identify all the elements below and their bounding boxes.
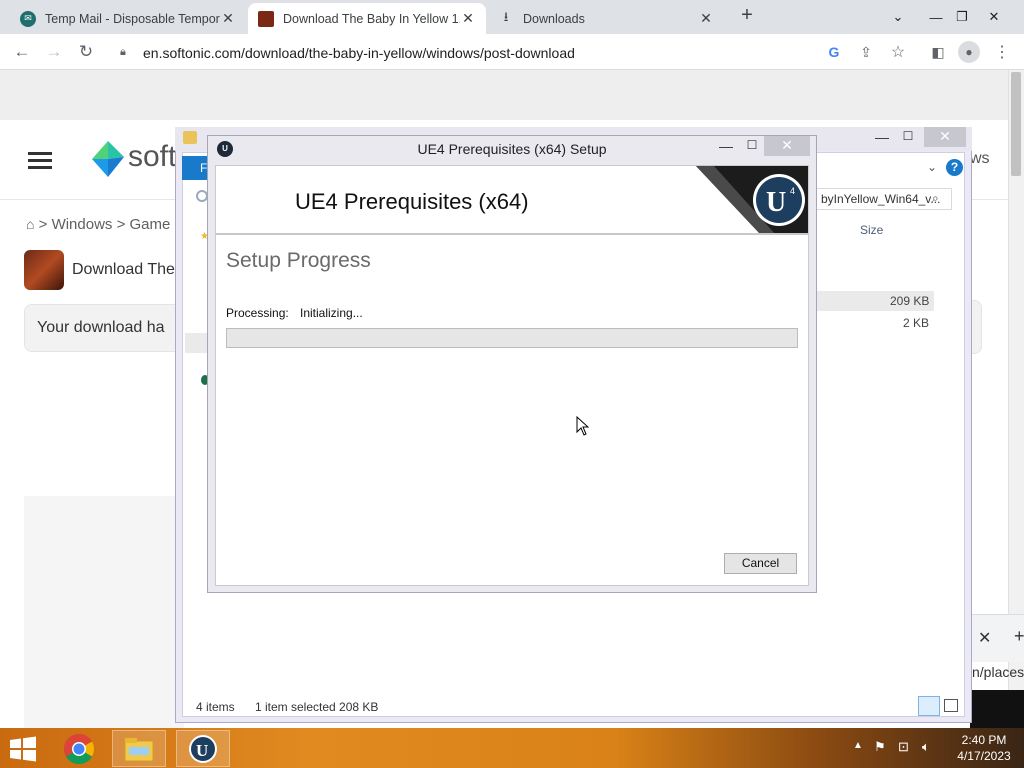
tab-temp-mail[interactable]: ✉ Temp Mail - Disposable Tempora ✕	[10, 3, 246, 34]
cancel-button[interactable]: Cancel	[724, 553, 797, 574]
folder-icon	[183, 131, 197, 144]
dialog-close-button[interactable]: ✕	[764, 136, 810, 156]
svg-text:U: U	[196, 741, 208, 760]
reload-icon[interactable]: ↻	[76, 42, 96, 62]
hamburger-menu-icon[interactable]	[28, 152, 52, 169]
new-tab-button[interactable]: +	[733, 4, 761, 30]
profile-avatar-icon[interactable]: ●	[958, 41, 980, 63]
tab-close-icon[interactable]: ✕	[698, 10, 714, 27]
taskbar-file-explorer[interactable]	[112, 730, 166, 767]
softonic-logo-icon	[92, 141, 124, 177]
google-lens-icon[interactable]: G	[824, 42, 844, 62]
dialog-heading: UE4 Prerequisites (x64)	[295, 189, 529, 214]
baby-in-yellow-favicon-icon	[258, 10, 274, 27]
breadcrumb-path[interactable]: > Windows > Game	[39, 216, 171, 233]
tab-close-icon[interactable]: ✕	[220, 10, 236, 27]
ribbon-expand-chevron-icon[interactable]: ⌄	[927, 160, 937, 174]
home-icon[interactable]: ⌂	[26, 216, 34, 232]
share-icon[interactable]: ⇪	[856, 42, 876, 62]
ad-banner-area	[0, 70, 1008, 120]
explorer-close-button[interactable]: ✕	[924, 127, 966, 147]
background-url-fragment: n/places	[972, 664, 1024, 680]
file-size: 209 KB	[890, 294, 930, 308]
processing-status: Initializing...	[300, 306, 363, 320]
chrome-icon	[63, 733, 95, 764]
volume-muted-icon[interactable]: 🔈︎	[922, 739, 930, 755]
scrollbar-thumb[interactable]	[1011, 72, 1021, 176]
app-title: Download The	[72, 261, 175, 278]
clock-date[interactable]: 4/17/2023	[950, 749, 1018, 763]
size-column-header[interactable]: Size	[860, 223, 883, 237]
restore-window-button[interactable]: ❐	[946, 0, 978, 34]
temp-mail-favicon-icon: ✉	[20, 10, 36, 27]
setup-progress-bar	[226, 328, 798, 348]
bookmark-star-icon[interactable]: ☆	[888, 42, 908, 62]
new-tab-icon[interactable]: +	[1014, 626, 1024, 647]
app-thumbnail	[24, 250, 64, 290]
explorer-maximize-button[interactable]: ☐	[898, 129, 918, 147]
file-tab[interactable]: F	[182, 156, 210, 180]
help-icon[interactable]: ?	[946, 159, 963, 176]
unreal-u-glyph: U	[766, 187, 786, 218]
tab-title: Download The Baby In Yellow 1.6	[283, 11, 460, 26]
windows-start-icon[interactable]	[8, 735, 38, 763]
unreal-4-glyph: 4	[790, 186, 795, 196]
tab-download-baby-in-yellow[interactable]: Download The Baby In Yellow 1.6 ✕	[248, 3, 486, 34]
tab-title: Temp Mail - Disposable Tempora	[45, 11, 220, 26]
forward-arrow-icon[interactable]: →	[44, 42, 64, 62]
news-link[interactable]: ws	[970, 150, 990, 168]
network-icon[interactable]: ⊡	[898, 739, 909, 755]
dialog-minimize-button[interactable]: —	[716, 138, 736, 154]
clock-time[interactable]: 2:40 PM	[950, 733, 1018, 747]
tab-title: Downloads	[523, 11, 585, 26]
section-title: Setup Progress	[226, 249, 371, 272]
taskbar-ue4-setup[interactable]: U	[176, 730, 230, 767]
taskbar-chrome[interactable]	[52, 730, 106, 767]
close-window-button[interactable]: ✕	[978, 0, 1010, 34]
background-dark-strip	[970, 690, 1024, 728]
search-icon[interactable]: ⌕	[932, 191, 939, 206]
show-hidden-icons-icon[interactable]: ▲	[853, 740, 863, 751]
lock-icon: 🔒︎	[120, 46, 126, 58]
download-notice-text: Your download ha	[37, 319, 165, 336]
action-center-flag-icon[interactable]: ⚑	[874, 739, 886, 755]
download-icon: ⭳	[503, 8, 509, 24]
softonic-logo-text: soft	[128, 140, 177, 173]
chrome-menu-icon[interactable]: ⋮	[992, 42, 1012, 62]
breadcrumb: ⌂ > Windows > Game	[26, 216, 170, 233]
back-arrow-icon[interactable]: ←	[12, 42, 32, 62]
tab-search-chevron-icon[interactable]: ⌄	[882, 0, 914, 34]
status-selection: 1 item selected 208 KB	[255, 700, 379, 714]
tab-close-icon[interactable]: ✕	[460, 10, 476, 27]
close-icon[interactable]: ✕	[978, 628, 991, 648]
side-panel-icon[interactable]: ◧	[928, 42, 948, 62]
file-explorer-icon	[124, 737, 154, 761]
large-icons-view-icon[interactable]	[944, 699, 958, 712]
status-item-count: 4 items	[196, 700, 235, 714]
address-bar[interactable]: 🔒︎ en.softonic.com/download/the-baby-in-…	[112, 39, 920, 66]
url-text: en.softonic.com/download/the-baby-in-yel…	[143, 44, 575, 61]
dialog-maximize-button[interactable]: ☐	[742, 138, 762, 152]
mouse-cursor-icon	[576, 416, 589, 436]
explorer-minimize-button[interactable]: —	[872, 129, 892, 147]
file-size: 2 KB	[903, 316, 930, 330]
processing-label: Processing:	[226, 306, 289, 320]
details-view-icon[interactable]	[918, 696, 940, 716]
tab-downloads[interactable]: ⭳ Downloads ✕	[488, 3, 724, 34]
unreal-engine-taskbar-icon: U	[189, 734, 217, 763]
content-placeholder	[24, 496, 184, 728]
